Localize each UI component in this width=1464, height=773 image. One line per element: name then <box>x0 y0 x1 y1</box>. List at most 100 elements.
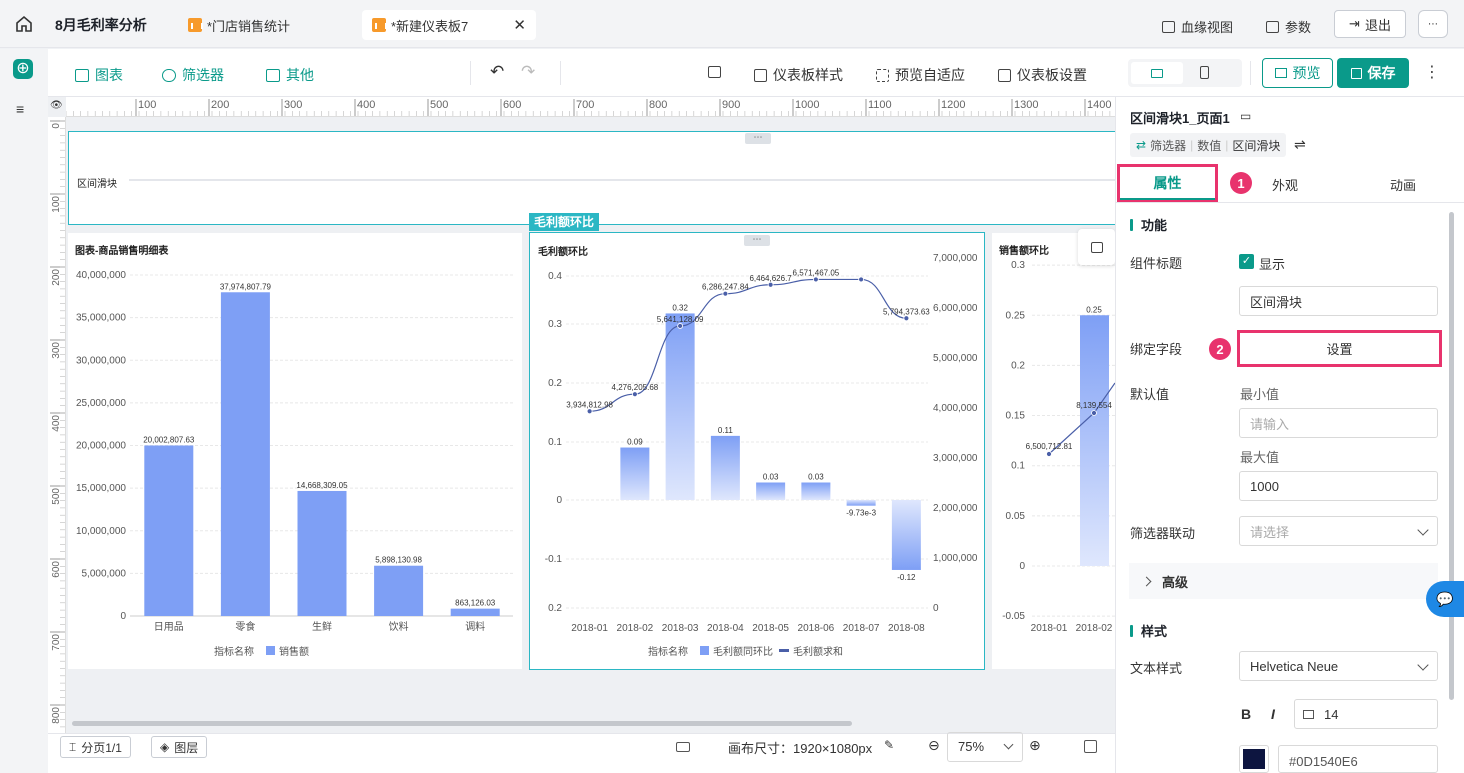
ruler-tick-label: 1400 <box>1087 99 1111 111</box>
color-input[interactable]: #0D1540E6 <box>1278 745 1438 773</box>
preview-button[interactable]: 预览 <box>1262 58 1333 88</box>
y-tick-label: 40,000,000 <box>76 270 126 281</box>
y-tick-label: 0.1 <box>548 437 562 448</box>
tab-props[interactable]: 属性 <box>1117 164 1218 202</box>
desktop-icon[interactable] <box>1131 62 1183 84</box>
legend-title: 指标名称 <box>648 645 688 658</box>
max-value-input[interactable]: 1000 <box>1239 471 1438 501</box>
chart-sales-mom[interactable]: 销售额环比 0.3 0.25 0.2 0.15 0.1 0.05 0 -0.05 0.25 6,5… <box>992 233 1115 669</box>
y-tick-label: 30,000,000 <box>76 355 126 366</box>
dashboard-settings-button[interactable]: 仪表板设置 <box>998 65 1087 85</box>
lineage-view-button[interactable]: 血缘视图 <box>1162 17 1233 36</box>
y-tick-label: 0 <box>556 495 562 506</box>
fit-screen-icon[interactable] <box>1084 740 1097 753</box>
exit-label: 退出 <box>1364 17 1391 33</box>
params-label: 参数 <box>1285 20 1312 35</box>
switch-component-icon[interactable]: ⇌ <box>1294 136 1306 153</box>
filter-link-select[interactable]: 请选择 <box>1239 516 1438 546</box>
zoom-out-icon[interactable]: ⊖ <box>928 737 940 754</box>
settings-label: 仪表板设置 <box>1017 67 1087 83</box>
range-slider-widget[interactable]: ⋯ 区间滑块 <box>68 131 1116 225</box>
y-tick-label: 15,000,000 <box>76 483 126 494</box>
bind-field-set-button[interactable]: 设置 <box>1237 330 1442 367</box>
keyboard-icon[interactable] <box>676 742 690 752</box>
slider-track[interactable] <box>129 179 1116 181</box>
other-button[interactable]: 其他 <box>266 65 314 85</box>
y-tick-label: 10,000,000 <box>76 526 126 537</box>
chart-icon <box>75 68 89 82</box>
bar <box>846 500 876 506</box>
rename-icon[interactable]: ▭ <box>1240 109 1251 123</box>
bar <box>801 482 831 500</box>
line-point <box>903 315 910 322</box>
tab-store-sales[interactable]: *门店销售统计 <box>178 10 300 40</box>
advanced-section[interactable]: 高级 <box>1129 563 1438 599</box>
color-swatch[interactable] <box>1239 745 1269 773</box>
tab-appearance[interactable]: 外观 <box>1272 175 1298 194</box>
filter-icon <box>162 68 176 82</box>
chart-gross-profit-mom[interactable]: ⋯ 毛利额环比 0.4 0.3 0.2 0.1 0 -0.1 0.2 7,000,000 6,0… <box>529 232 985 670</box>
tab-label: 属性 <box>1153 175 1182 191</box>
bar <box>220 292 270 616</box>
pages-label: 分页1/1 <box>81 740 122 755</box>
filter-button[interactable]: 筛选器 <box>162 65 224 85</box>
ruler-left: 0 100 200 300 400 500 600 700 800 <box>48 117 66 733</box>
chat-assistant-icon[interactable]: 💬 <box>1426 581 1464 617</box>
bar <box>297 490 347 616</box>
panel-scrollbar[interactable] <box>1449 212 1454 700</box>
zoom-in-icon[interactable]: ⊕ <box>1029 737 1041 754</box>
bold-button[interactable]: B <box>1241 706 1251 722</box>
lineage-label: 血缘视图 <box>1181 20 1234 35</box>
font-family-select[interactable]: Helvetica Neue <box>1239 651 1438 681</box>
x-tick-label: 2018-08 <box>888 623 925 634</box>
bind-field-label: 绑定字段 <box>1130 342 1183 357</box>
show-title-checkbox[interactable]: ✓ <box>1239 254 1254 269</box>
more-icon[interactable]: ⋮ <box>1424 62 1440 82</box>
edit-icon[interactable]: ✎ <box>884 738 894 752</box>
redo-icon[interactable]: ↷ <box>521 62 535 82</box>
more-button[interactable]: ⋯ <box>1418 10 1448 38</box>
horizontal-scrollbar[interactable] <box>72 721 852 726</box>
dashboard-style-button[interactable]: 仪表板样式 <box>754 65 843 85</box>
close-icon[interactable]: ✕ <box>513 16 526 34</box>
pages-button[interactable]: ⌶ 分页1/1 <box>60 736 131 758</box>
preview-fit-button[interactable]: 预览自适应 <box>876 65 965 85</box>
y-tick-label: 0.15 <box>1006 411 1026 422</box>
eye-icon[interactable]: 👁 <box>50 100 63 111</box>
tab-underline <box>1120 198 1215 200</box>
zoom-select[interactable]: 75% <box>947 732 1023 762</box>
tab-animation[interactable]: 动画 <box>1390 175 1416 194</box>
add-component-icon[interactable]: ⊕ <box>13 59 33 79</box>
outline-icon[interactable]: ≡ <box>16 101 24 117</box>
chart-button[interactable]: 图表 <box>75 65 123 85</box>
layers-icon: ◈ <box>160 740 170 754</box>
ruler-tick-label: 500 <box>51 488 62 505</box>
bar-chart: 40,000,000 35,000,000 30,000,000 25,000,000… <box>76 270 513 658</box>
title-input[interactable]: 区间滑块 <box>1239 286 1438 316</box>
italic-button[interactable]: I <box>1271 706 1275 722</box>
toolbox-float-button[interactable] <box>1078 229 1115 265</box>
font-size-input[interactable]: 14 <box>1294 699 1438 729</box>
drag-handle-icon[interactable]: ⋯ <box>745 133 771 144</box>
params-button[interactable]: 参数 <box>1266 17 1311 36</box>
chart-sales-detail[interactable]: 图表-商品销售明细表 40,000,000 35,000,000 30,000,00… <box>68 233 522 669</box>
layers-button[interactable]: ◈ 图层 <box>151 736 208 758</box>
crumb: 数值 <box>1197 138 1222 153</box>
line-label: 6,286,247.84 <box>702 283 749 292</box>
save-button[interactable]: 保存 <box>1337 58 1409 88</box>
toolbox-icon[interactable] <box>708 66 721 78</box>
min-value-input[interactable]: 请输入 <box>1239 408 1438 438</box>
default-value-label: 默认值 <box>1130 387 1170 402</box>
mobile-icon[interactable] <box>1200 66 1209 79</box>
home-icon[interactable] <box>14 14 34 34</box>
desktop-icon <box>1303 709 1314 719</box>
bar <box>756 482 786 500</box>
canvas-size: 画布尺寸：1920×1080px <box>728 741 873 756</box>
ruler-tick-label: 100 <box>138 99 156 111</box>
step-badge-2: 2 <box>1209 338 1231 360</box>
exit-button[interactable]: ⇥ 退出 <box>1334 10 1406 38</box>
chevron-down-icon <box>1003 739 1014 750</box>
undo-icon[interactable]: ↶ <box>490 62 504 82</box>
tab-new-dashboard[interactable]: *新建仪表板7 ✕ <box>362 10 536 40</box>
bar <box>450 608 500 616</box>
